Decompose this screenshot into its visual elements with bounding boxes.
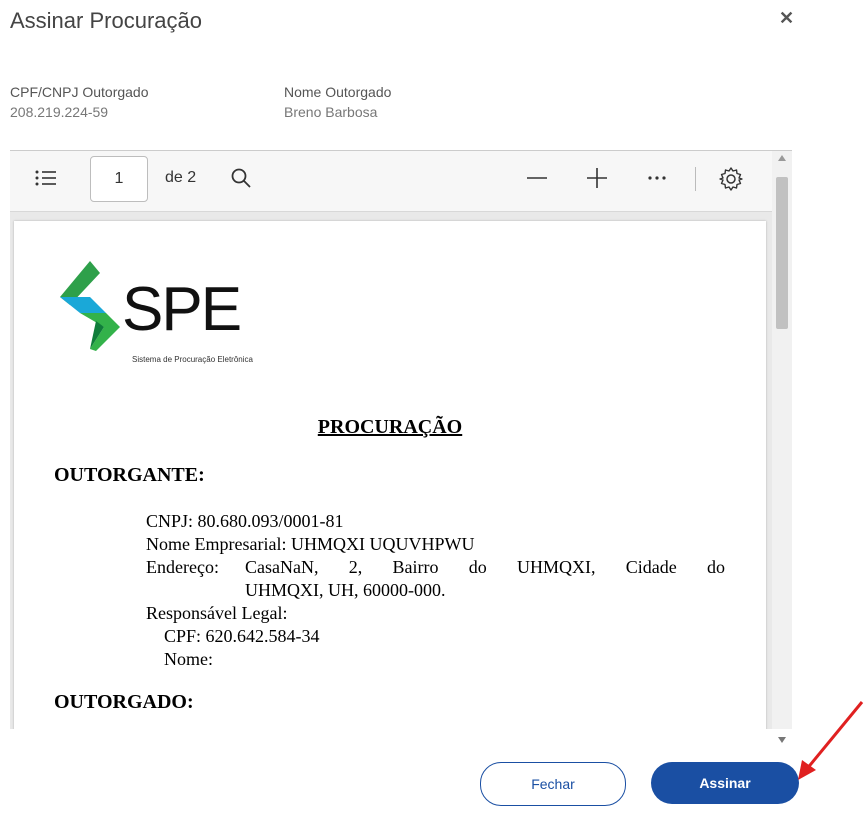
logo-text: SPE bbox=[122, 275, 242, 344]
scroll-down-icon[interactable] bbox=[778, 737, 786, 743]
more-icon[interactable] bbox=[646, 167, 668, 194]
annotation-arrow-icon bbox=[798, 701, 864, 780]
company-name-line: Nome Empresarial: UHMQXI UQUVHPWU bbox=[146, 534, 475, 554]
search-icon[interactable] bbox=[230, 167, 252, 194]
scroll-thumb[interactable] bbox=[776, 177, 788, 329]
pdf-toolbar: 1 de 2 bbox=[10, 151, 772, 212]
cpf-label: CPF/CNPJ Outorgado bbox=[10, 84, 149, 100]
cnpj-line: CNPJ: 80.680.093/0001-81 bbox=[146, 511, 344, 531]
outorgado-heading: OUTORGADO: bbox=[54, 691, 194, 713]
pdf-page: SPE Sistema de Procuração Eletrônica PRO… bbox=[14, 221, 766, 729]
responsible-name-line: Nome: bbox=[164, 649, 213, 669]
gear-icon[interactable] bbox=[718, 166, 744, 197]
close-button[interactable]: Fechar bbox=[480, 762, 626, 806]
list-icon[interactable] bbox=[34, 167, 58, 194]
plus-icon[interactable] bbox=[586, 167, 608, 194]
address-line-2: UHMQXI, UH, 60000-000. bbox=[245, 580, 446, 600]
responsible-cpf-line: CPF: 620.642.584-34 bbox=[164, 626, 320, 646]
spe-logo-icon bbox=[60, 261, 120, 351]
grantee-cpf: CPF/CNPJ Outorgado 208.219.224-59 bbox=[10, 82, 149, 122]
outorgante-heading: OUTORGANTE: bbox=[54, 464, 205, 486]
minus-icon[interactable] bbox=[526, 167, 548, 194]
toolbar-divider bbox=[695, 167, 696, 191]
cpf-value: 208.219.224-59 bbox=[10, 104, 109, 120]
page-total-label: de 2 bbox=[165, 169, 197, 186]
name-label: Nome Outorgado bbox=[284, 84, 392, 100]
page-number-input[interactable]: 1 bbox=[90, 156, 148, 202]
grantee-name: Nome Outorgado Breno Barbosa bbox=[284, 82, 391, 122]
dialog-title: Assinar Procuração bbox=[10, 8, 202, 33]
vertical-scrollbar[interactable] bbox=[772, 151, 792, 729]
name-value: Breno Barbosa bbox=[284, 104, 378, 120]
close-icon[interactable]: ✕ bbox=[779, 8, 794, 29]
logo-subtitle: Sistema de Procuração Eletrônica bbox=[132, 355, 253, 364]
document-title: PROCURAÇÃO bbox=[317, 416, 463, 438]
address-line-1: CasaNaN, 2, Bairro do UHMQXI, Cidade do bbox=[245, 557, 725, 577]
scroll-up-icon[interactable] bbox=[778, 155, 786, 161]
sign-button[interactable]: Assinar bbox=[651, 762, 799, 804]
legal-responsible-line: Responsável Legal: bbox=[146, 603, 288, 623]
address-label: Endereço: bbox=[146, 557, 219, 577]
pdf-viewer[interactable]: 1 de 2 SPE Sistema de Procuração Eletrôn… bbox=[10, 150, 792, 729]
